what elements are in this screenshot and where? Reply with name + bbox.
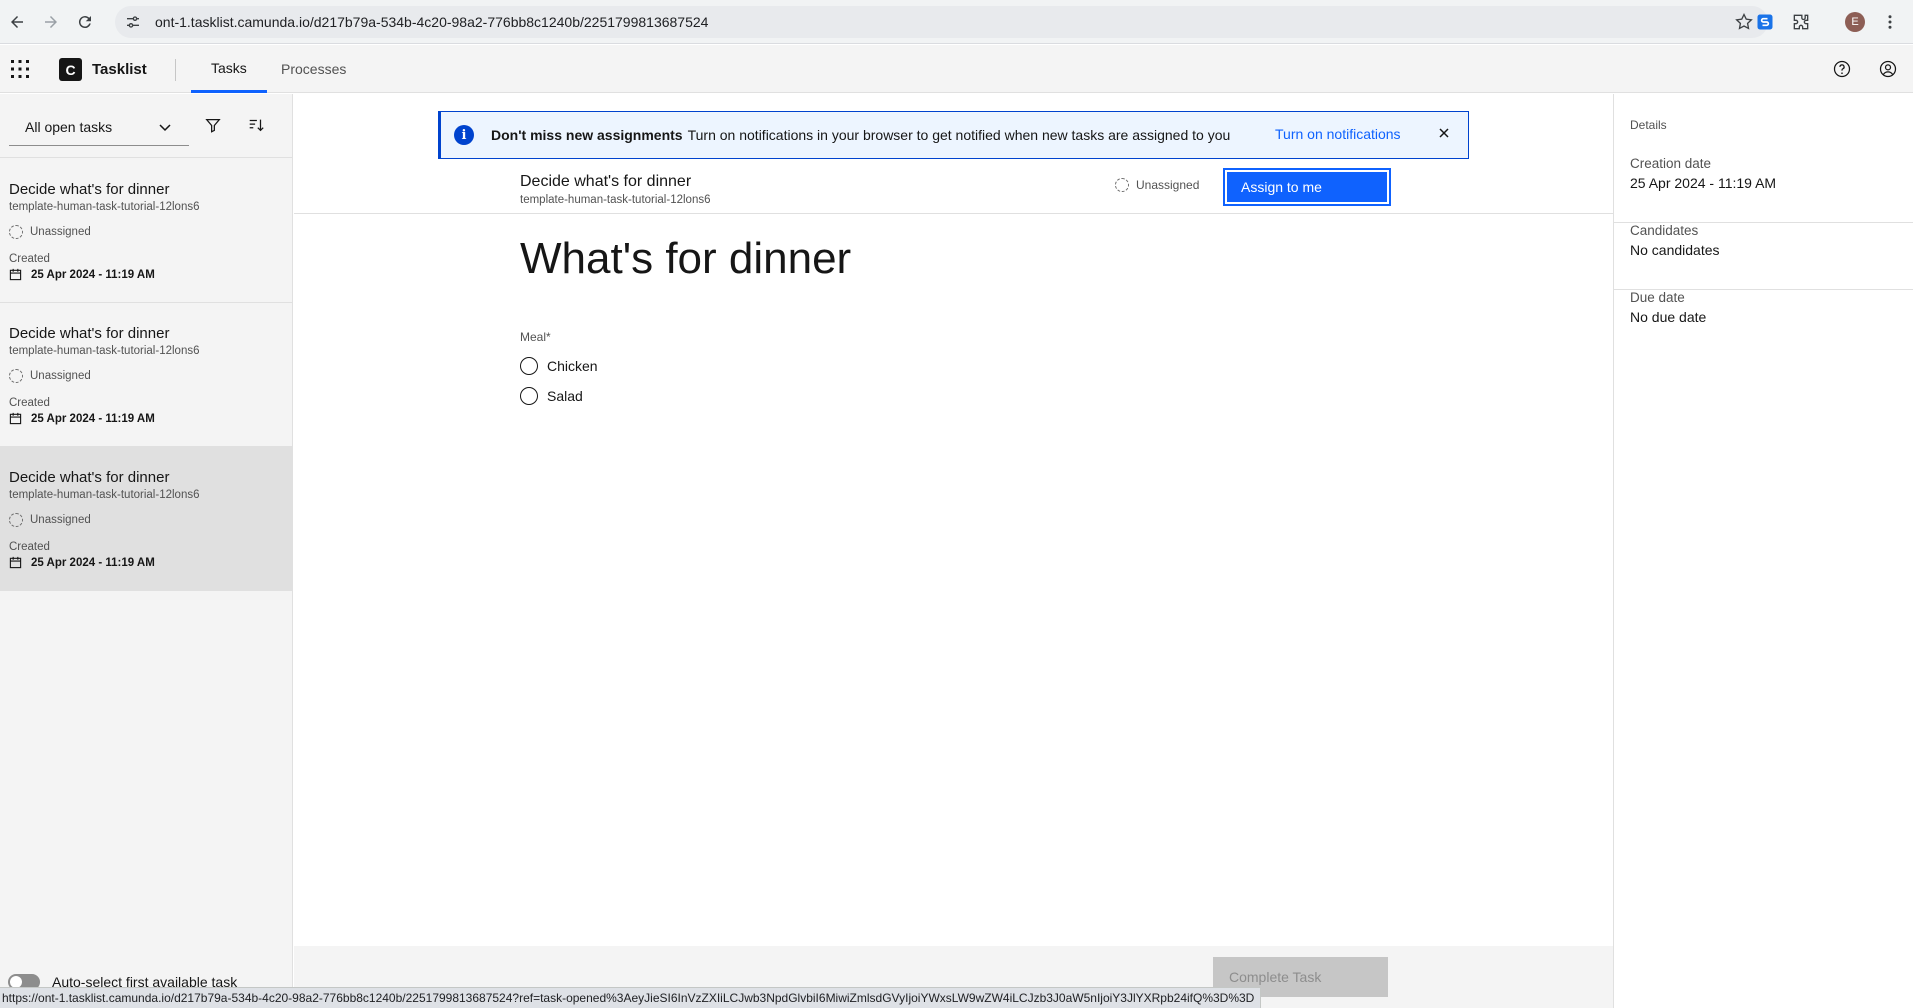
back-icon[interactable] — [2, 7, 32, 37]
tab-processes[interactable]: Processes — [261, 45, 366, 93]
radio-label: Chicken — [547, 358, 598, 374]
radio-button[interactable] — [520, 357, 538, 375]
details-heading: Details — [1630, 118, 1667, 132]
created-date: 25 Apr 2024 - 11:19 AM — [31, 556, 155, 569]
task-list-item-selected[interactable]: Decide what's for dinner template-human-… — [0, 447, 292, 591]
bookmark-star-icon[interactable] — [1734, 12, 1754, 32]
app-name: Tasklist — [92, 61, 147, 78]
radio-label: Salad — [547, 388, 583, 404]
task-item-created: 25 Apr 2024 - 11:19 AM — [9, 268, 292, 281]
task-list-panel: All open tasks Decide what's for dinner … — [0, 94, 293, 1008]
task-item-name: Decide what's for dinner — [9, 181, 170, 198]
site-settings-icon[interactable] — [123, 12, 143, 32]
app-switcher-icon[interactable] — [8, 57, 32, 81]
unassigned-icon — [9, 513, 23, 527]
extensions-puzzle-icon[interactable] — [1789, 10, 1813, 34]
due-date-label: Due date — [1630, 290, 1685, 305]
forward-icon[interactable] — [36, 7, 66, 37]
assignee-text: Unassigned — [30, 514, 91, 526]
candidates-section: Candidates No candidates — [1614, 223, 1913, 290]
browser-menu-icon[interactable] — [1878, 10, 1902, 34]
task-list-item[interactable]: Decide what's for dinner template-human-… — [0, 303, 292, 447]
calendar-icon — [9, 556, 22, 569]
notification-message: Turn on notifications in your browser to… — [687, 127, 1231, 143]
sort-icon[interactable] — [247, 116, 267, 136]
details-panel: Details Creation date 25 Apr 2024 - 11:1… — [1613, 94, 1913, 1008]
help-icon[interactable] — [1830, 57, 1854, 81]
filter-value: All open tasks — [25, 118, 113, 135]
due-date-value: No due date — [1630, 309, 1707, 325]
candidates-label: Candidates — [1630, 223, 1699, 238]
task-item-process: template-human-task-tutorial-12lons6 — [9, 201, 200, 213]
creation-date-label: Creation date — [1630, 156, 1712, 171]
task-list-item[interactable]: Decide what's for dinner template-human-… — [0, 159, 292, 303]
chevron-down-icon — [159, 124, 171, 132]
address-bar[interactable]: ont-1.tasklist.camunda.io/d217b79a-534b-… — [115, 6, 1768, 38]
task-item-assignee: Unassigned — [9, 369, 292, 383]
task-item-assignee: Unassigned — [9, 513, 292, 527]
tab-tasks[interactable]: Tasks — [191, 45, 267, 93]
header-divider — [175, 59, 176, 81]
url-text: ont-1.tasklist.camunda.io/d217b79a-534b-… — [155, 14, 709, 30]
camunda-logo[interactable]: C — [59, 58, 82, 81]
reload-icon[interactable] — [70, 7, 100, 37]
task-header: Decide what's for dinner template-human-… — [294, 164, 1613, 214]
user-profile-icon[interactable] — [1876, 57, 1900, 81]
calendar-icon — [9, 268, 22, 281]
creation-date-section: Creation date 25 Apr 2024 - 11:19 AM — [1614, 156, 1913, 223]
created-date: 25 Apr 2024 - 11:19 AM — [31, 268, 155, 281]
assignee-text: Unassigned — [30, 226, 91, 238]
task-filter-dropdown[interactable]: All open tasks — [9, 108, 189, 146]
due-date-section: Due date No due date — [1614, 290, 1913, 357]
profile-avatar[interactable]: E — [1843, 10, 1867, 34]
link-status-url: https://ont-1.tasklist.camunda.io/d217b7… — [0, 987, 1262, 1008]
assignee-text: Unassigned — [30, 370, 91, 382]
browser-toolbar: ont-1.tasklist.camunda.io/d217b79a-534b-… — [0, 0, 1913, 44]
created-label: Created — [9, 397, 50, 409]
task-item-assignee: Unassigned — [9, 225, 292, 239]
task-item-name: Decide what's for dinner — [9, 469, 170, 486]
notification-banner: i Don't miss new assignments Turn on not… — [438, 111, 1469, 159]
created-label: Created — [9, 541, 50, 553]
radio-option-salad[interactable]: Salad — [520, 387, 583, 405]
task-item-created: 25 Apr 2024 - 11:19 AM — [9, 412, 292, 425]
close-icon[interactable] — [1436, 125, 1454, 143]
creation-date-value: 25 Apr 2024 - 11:19 AM — [1630, 175, 1777, 191]
meal-field-label: Meal* — [520, 330, 551, 344]
created-label: Created — [9, 253, 50, 265]
task-item-process: template-human-task-tutorial-12lons6 — [9, 489, 200, 501]
filter-toolbar: All open tasks — [0, 94, 292, 158]
radio-button[interactable] — [520, 387, 538, 405]
assign-to-me-button[interactable]: Assign to me — [1223, 168, 1391, 206]
extension-s-icon[interactable] — [1753, 10, 1777, 34]
candidates-value: No candidates — [1630, 242, 1720, 258]
form-title: What's for dinner — [520, 234, 852, 283]
radio-option-chicken[interactable]: Chicken — [520, 357, 598, 375]
task-item-name: Decide what's for dinner — [9, 325, 170, 342]
unassigned-icon — [9, 369, 23, 383]
created-date: 25 Apr 2024 - 11:19 AM — [31, 412, 155, 425]
task-title: Decide what's for dinner — [520, 173, 692, 190]
task-assignee-status: Unassigned — [1115, 178, 1199, 192]
turn-on-notifications-link[interactable]: Turn on notifications — [1275, 126, 1401, 142]
calendar-icon — [9, 412, 22, 425]
filter-icon[interactable] — [204, 116, 224, 136]
app-header: C Tasklist Tasks Processes — [0, 45, 1913, 93]
unassigned-icon — [9, 225, 23, 239]
task-item-process: template-human-task-tutorial-12lons6 — [9, 345, 200, 357]
task-process-name: template-human-task-tutorial-12lons6 — [520, 194, 711, 206]
notification-title: Don't miss new assignments — [491, 127, 683, 143]
info-icon: i — [454, 125, 474, 145]
task-item-created: 25 Apr 2024 - 11:19 AM — [9, 556, 292, 569]
unassigned-icon — [1115, 178, 1129, 192]
assignee-text: Unassigned — [1136, 178, 1200, 192]
task-detail-panel: i Don't miss new assignments Turn on not… — [294, 94, 1613, 1008]
